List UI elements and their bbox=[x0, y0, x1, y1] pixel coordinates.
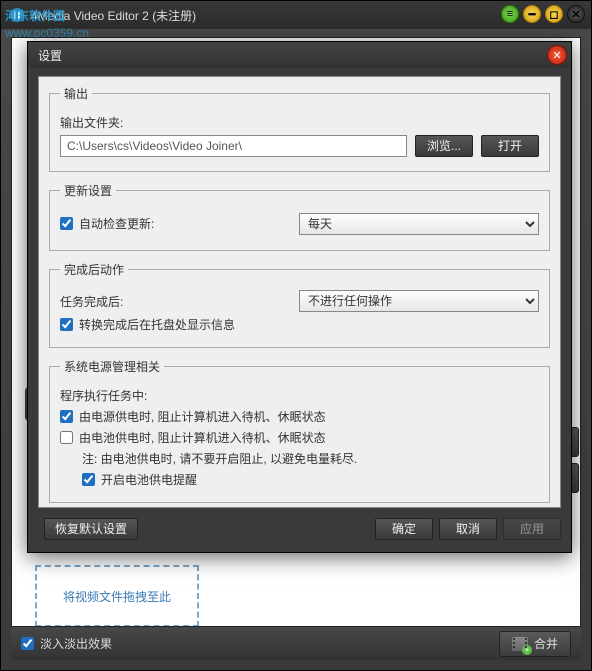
bottom-bar: 淡入淡出效果 + 合并 bbox=[11, 626, 581, 660]
power-group: 系统电源管理相关 程序执行任务中: 由电源供电时, 阻止计算机进入待机、休眠状态… bbox=[49, 358, 550, 503]
apply-button[interactable]: 应用 bbox=[503, 518, 561, 540]
app-logo-icon bbox=[9, 7, 25, 23]
tray-message-input[interactable] bbox=[60, 318, 73, 331]
ac-block-checkbox[interactable]: 由电源供电时, 阻止计算机进入待机、休眠状态 bbox=[60, 408, 539, 425]
fade-label: 淡入淡出效果 bbox=[40, 635, 112, 652]
fade-checkbox[interactable]: 淡入淡出效果 bbox=[21, 635, 112, 652]
main-window: 4Media Video Editor 2 (未注册) ≡ ━ ◻ ✕ 河东软件… bbox=[0, 0, 592, 671]
update-frequency-select[interactable]: 每天 bbox=[299, 213, 539, 235]
ac-block-label: 由电源供电时, 阻止计算机进入待机、休眠状态 bbox=[79, 408, 326, 425]
close-window-button[interactable]: ✕ bbox=[567, 5, 585, 23]
battery-note: 注: 由电池供电时, 请不要开启阻止, 以避免电量耗尽. bbox=[82, 450, 539, 467]
auto-update-checkbox[interactable]: 自动检查更新: bbox=[60, 215, 154, 232]
tray-message-checkbox[interactable]: 转换完成后在托盘处显示信息 bbox=[60, 316, 539, 333]
dialog-body: 输出 输出文件夹: 浏览... 打开 更新设置 自动检查更新: bbox=[38, 76, 561, 508]
fade-checkbox-input[interactable] bbox=[21, 637, 34, 650]
titlebar[interactable]: 4Media Video Editor 2 (未注册) ≡ ━ ◻ ✕ bbox=[1, 1, 591, 29]
open-folder-button[interactable]: 打开 bbox=[481, 135, 539, 157]
minimize-button[interactable]: ━ bbox=[523, 5, 541, 23]
dialog-title-text: 设置 bbox=[38, 47, 62, 64]
maximize-button[interactable]: ◻ bbox=[545, 5, 563, 23]
update-group: 更新设置 自动检查更新: 每天 bbox=[49, 182, 550, 251]
browse-button[interactable]: 浏览... bbox=[415, 135, 473, 157]
drop-zone-label: 将视频文件拖拽至此 bbox=[63, 588, 171, 605]
update-legend: 更新设置 bbox=[60, 182, 116, 199]
app-title: 4Media Video Editor 2 (未注册) bbox=[31, 7, 196, 24]
output-group: 输出 输出文件夹: 浏览... 打开 bbox=[49, 85, 550, 172]
battery-remind-checkbox[interactable]: 开启电池供电提醒 bbox=[82, 471, 539, 488]
battery-block-checkbox[interactable]: 由电池供电时, 阻止计算机进入待机、休眠状态 bbox=[60, 429, 539, 446]
window-controls: ≡ ━ ◻ ✕ bbox=[501, 5, 585, 23]
cancel-button[interactable]: 取消 bbox=[439, 518, 497, 540]
drop-zone[interactable]: 将视频文件拖拽至此 bbox=[35, 565, 199, 627]
output-folder-label: 输出文件夹: bbox=[60, 114, 130, 131]
battery-block-label: 由电池供电时, 阻止计算机进入待机、休眠状态 bbox=[79, 429, 326, 446]
dialog-titlebar[interactable]: 设置 ✕ bbox=[28, 42, 571, 68]
output-folder-input[interactable] bbox=[60, 135, 407, 157]
merge-button[interactable]: + 合并 bbox=[499, 631, 571, 657]
merge-label: 合并 bbox=[534, 635, 558, 652]
dialog-footer: 恢复默认设置 确定 取消 应用 bbox=[38, 514, 561, 544]
battery-remind-label: 开启电池供电提醒 bbox=[101, 471, 197, 488]
settings-dialog: 设置 ✕ 输出 输出文件夹: 浏览... 打开 更新设置 bbox=[27, 41, 572, 553]
battery-block-input[interactable] bbox=[60, 431, 73, 444]
output-legend: 输出 bbox=[60, 85, 92, 102]
task-done-label: 任务完成后: bbox=[60, 293, 130, 310]
film-icon: + bbox=[512, 637, 528, 651]
after-action-group: 完成后动作 任务完成后: 不进行任何操作 转换完成后在托盘处显示信息 bbox=[49, 261, 550, 348]
ac-block-input[interactable] bbox=[60, 410, 73, 423]
power-legend: 系统电源管理相关 bbox=[60, 358, 164, 375]
ok-button[interactable]: 确定 bbox=[375, 518, 433, 540]
tray-message-label: 转换完成后在托盘处显示信息 bbox=[79, 316, 235, 333]
window-switch-button[interactable]: ≡ bbox=[501, 5, 519, 23]
battery-remind-input[interactable] bbox=[82, 473, 95, 486]
task-done-select[interactable]: 不进行任何操作 bbox=[299, 290, 539, 312]
dialog-close-button[interactable]: ✕ bbox=[547, 45, 567, 65]
auto-update-label: 自动检查更新: bbox=[79, 215, 154, 232]
after-action-legend: 完成后动作 bbox=[60, 261, 128, 278]
auto-update-input[interactable] bbox=[60, 217, 73, 230]
restore-defaults-button[interactable]: 恢复默认设置 bbox=[44, 518, 138, 540]
running-label: 程序执行任务中: bbox=[60, 387, 147, 404]
